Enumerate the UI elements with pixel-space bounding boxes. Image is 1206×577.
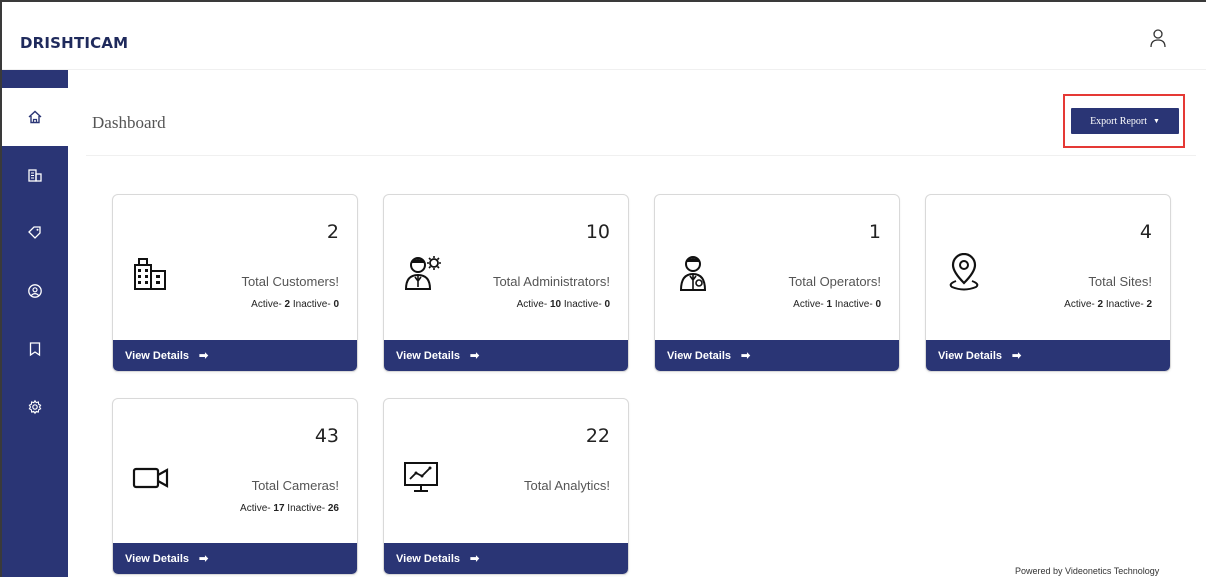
sites-view-details[interactable]: View Details ➡ xyxy=(926,340,1170,371)
sites-count: 4 xyxy=(1139,221,1152,243)
sites-status: Active- 2 Inactive- 2 xyxy=(1064,299,1152,310)
operators-label: Total Operators! xyxy=(788,274,882,289)
user-icon[interactable] xyxy=(1148,28,1168,50)
sites-inactive: 2 xyxy=(1146,299,1152,310)
export-report-button[interactable]: Export Report ▼ xyxy=(1071,108,1179,134)
caret-down-icon: ▼ xyxy=(1153,117,1160,125)
administrators-view-details[interactable]: View Details ➡ xyxy=(384,340,628,371)
administrators-count: 10 xyxy=(585,221,610,243)
customers-active: 2 xyxy=(284,299,291,310)
customers-view-details[interactable]: View Details ➡ xyxy=(113,340,357,371)
building-icon xyxy=(28,169,42,182)
operators-active: 1 xyxy=(826,299,833,310)
video-camera-icon xyxy=(132,467,169,489)
page-header: Dashboard Export Report ▼ xyxy=(86,80,1196,156)
cameras-status: Active- 17 Inactive- 26 xyxy=(240,503,339,514)
administrators-inactive: 0 xyxy=(604,299,610,310)
operators-count: 1 xyxy=(868,221,881,243)
cameras-inactive: 26 xyxy=(327,503,339,514)
arrow-right-icon: ➡ xyxy=(199,553,209,565)
customers-inactive: 0 xyxy=(333,299,339,310)
customers-status: Active- 2 Inactive- 0 xyxy=(251,299,339,310)
sidebar-item-tags[interactable] xyxy=(2,204,68,262)
cameras-label: Total Cameras! xyxy=(251,478,339,493)
analytics-monitor-icon xyxy=(404,462,438,492)
admin-icon xyxy=(404,256,441,290)
cameras-view-details[interactable]: View Details ➡ xyxy=(113,543,357,574)
operators-status: Active- 1 Inactive- 0 xyxy=(793,299,881,310)
administrators-label: Total Administrators! xyxy=(492,274,610,289)
administrators-status: Active- 10 Inactive- 0 xyxy=(516,299,610,310)
page-title: Dashboard xyxy=(92,113,166,132)
operator-icon xyxy=(679,256,707,291)
analytics-card: 22 Total Analytics! View Details ➡ xyxy=(383,398,629,575)
sidebar-item-settings[interactable] xyxy=(2,378,68,436)
bookmark-icon xyxy=(29,342,41,357)
export-highlight: Export Report ▼ xyxy=(1063,94,1185,148)
arrow-right-icon: ➡ xyxy=(199,350,209,362)
administrators-card: 10 Total Administrators! Active- 10 Inac… xyxy=(383,194,629,372)
sidebar-item-home[interactable] xyxy=(2,88,68,146)
sidebar-item-bookmarks[interactable] xyxy=(2,320,68,378)
user-circle-icon xyxy=(28,284,42,298)
analytics-count: 22 xyxy=(585,425,610,447)
cameras-count: 43 xyxy=(314,425,339,447)
arrow-right-icon: ➡ xyxy=(470,350,480,362)
cameras-active: 17 xyxy=(273,503,285,514)
analytics-view-details[interactable]: View Details ➡ xyxy=(384,543,628,574)
sidebar xyxy=(2,70,68,577)
sidebar-item-customers[interactable] xyxy=(2,146,68,204)
cameras-card: 43 Total Cameras! Active- 17 Inactive- 2… xyxy=(112,398,358,575)
powered-by-text: Powered by Videonetics Technology xyxy=(1015,566,1160,576)
analytics-label: Total Analytics! xyxy=(524,478,610,493)
operators-inactive: 0 xyxy=(875,299,881,310)
customers-label: Total Customers! xyxy=(241,274,339,289)
sidebar-item-users[interactable] xyxy=(2,262,68,320)
arrow-right-icon: ➡ xyxy=(470,553,480,565)
operators-card: 1 Total Operators! Active- 1 Inactive- 0… xyxy=(654,194,900,372)
export-report-label: Export Report xyxy=(1090,115,1147,127)
customers-count: 2 xyxy=(326,221,339,243)
arrow-right-icon: ➡ xyxy=(1012,350,1022,362)
tag-icon xyxy=(28,226,41,239)
location-pin-icon xyxy=(949,253,979,291)
customers-card: 2 Total Customers! Active- 2 Inactive- 0… xyxy=(112,194,358,372)
sites-card: 4 Total Sites! Active- 2 Inactive- 2 Vie… xyxy=(925,194,1171,372)
operators-view-details[interactable]: View Details ➡ xyxy=(655,340,899,371)
buildings-icon xyxy=(134,258,166,290)
sites-active: 2 xyxy=(1097,299,1104,310)
sites-label: Total Sites! xyxy=(1088,274,1152,289)
arrow-right-icon: ➡ xyxy=(741,350,751,362)
app-logo[interactable]: DRISHTICAM xyxy=(20,34,128,52)
settings-icon xyxy=(28,399,42,415)
administrators-active: 10 xyxy=(549,299,562,310)
top-bar: DRISHTICAM xyxy=(2,2,1206,70)
home-icon xyxy=(28,110,42,124)
